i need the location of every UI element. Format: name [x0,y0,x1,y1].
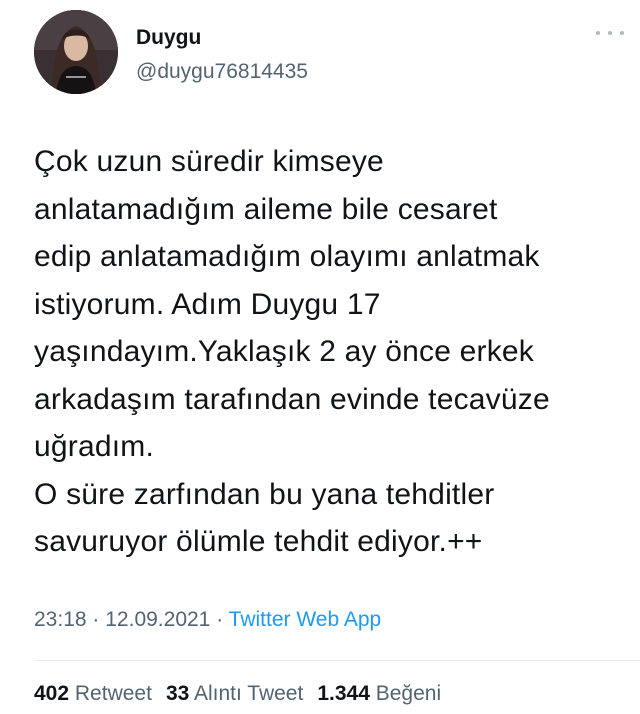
tweet-text-line: istiyorum. Adım Duygu 17 [34,287,381,321]
meta-separator: · [216,608,224,631]
retweets-count: 402 [34,682,70,705]
tweet-date[interactable]: 12.09.2021 [105,608,210,631]
tweet-time[interactable]: 23:18 [34,608,87,631]
tweet-text-line: savuruyor ölümle tehdit ediyor.++ [34,525,483,558]
tweet-text-line: edip anlatamadığım olayımı anlatmak [34,240,540,273]
quotes-label: Alıntı Tweet [193,682,304,705]
tweet-text-line: arkadaşım tarafından evinde tecavüze [34,382,550,416]
quotes-count: 33 [165,682,190,705]
tweet-text-line: Çok uzun süredir kimseye [34,145,384,178]
avatar-photo [34,10,118,94]
likes-label: Beğeni [375,682,442,705]
more-dot [608,31,612,35]
more-dot [620,31,624,35]
more-dot [596,31,600,35]
tweet-card: Duygu @duygu76814435 Çok uzun süredir ki… [0,0,640,714]
tweet-text-line: anlatamadığım aileme bile cesaret [34,192,498,226]
tweet-text: Çok uzun süredir kimseye anlatamadığım a… [34,138,634,566]
meta-separator: · [92,608,100,631]
avatar[interactable] [34,10,118,94]
likes-count: 1.344 [317,682,370,705]
tweet-text-line: uğradım. [34,430,154,463]
likes-stat[interactable]: 1.344 Beğeni [317,682,441,705]
more-horizontal-icon[interactable] [596,26,624,40]
tweet-text-line: yaşındayım.Yaklaşık 2 ay önce erkek [34,335,535,368]
quotes-stat[interactable]: 33 Alıntı Tweet [166,682,303,705]
tweet-text-line: O süre zarfından bu yana tehditler [34,477,495,511]
author-handle[interactable]: @duygu76814435 [136,60,308,84]
retweets-stat[interactable]: 402 Retweet [34,682,152,705]
tweet-meta: 23:18 · 12.09.2021 · Twitter Web App [34,608,381,632]
divider [34,660,640,661]
retweets-label: Retweet [74,682,152,705]
author-name[interactable]: Duygu [136,26,201,50]
tweet-source-link[interactable]: Twitter Web App [229,608,382,631]
tweet-stats: 402 Retweet 33 Alıntı Tweet 1.344 Beğeni [34,682,441,706]
tweet-header: Duygu @duygu76814435 [32,8,632,100]
